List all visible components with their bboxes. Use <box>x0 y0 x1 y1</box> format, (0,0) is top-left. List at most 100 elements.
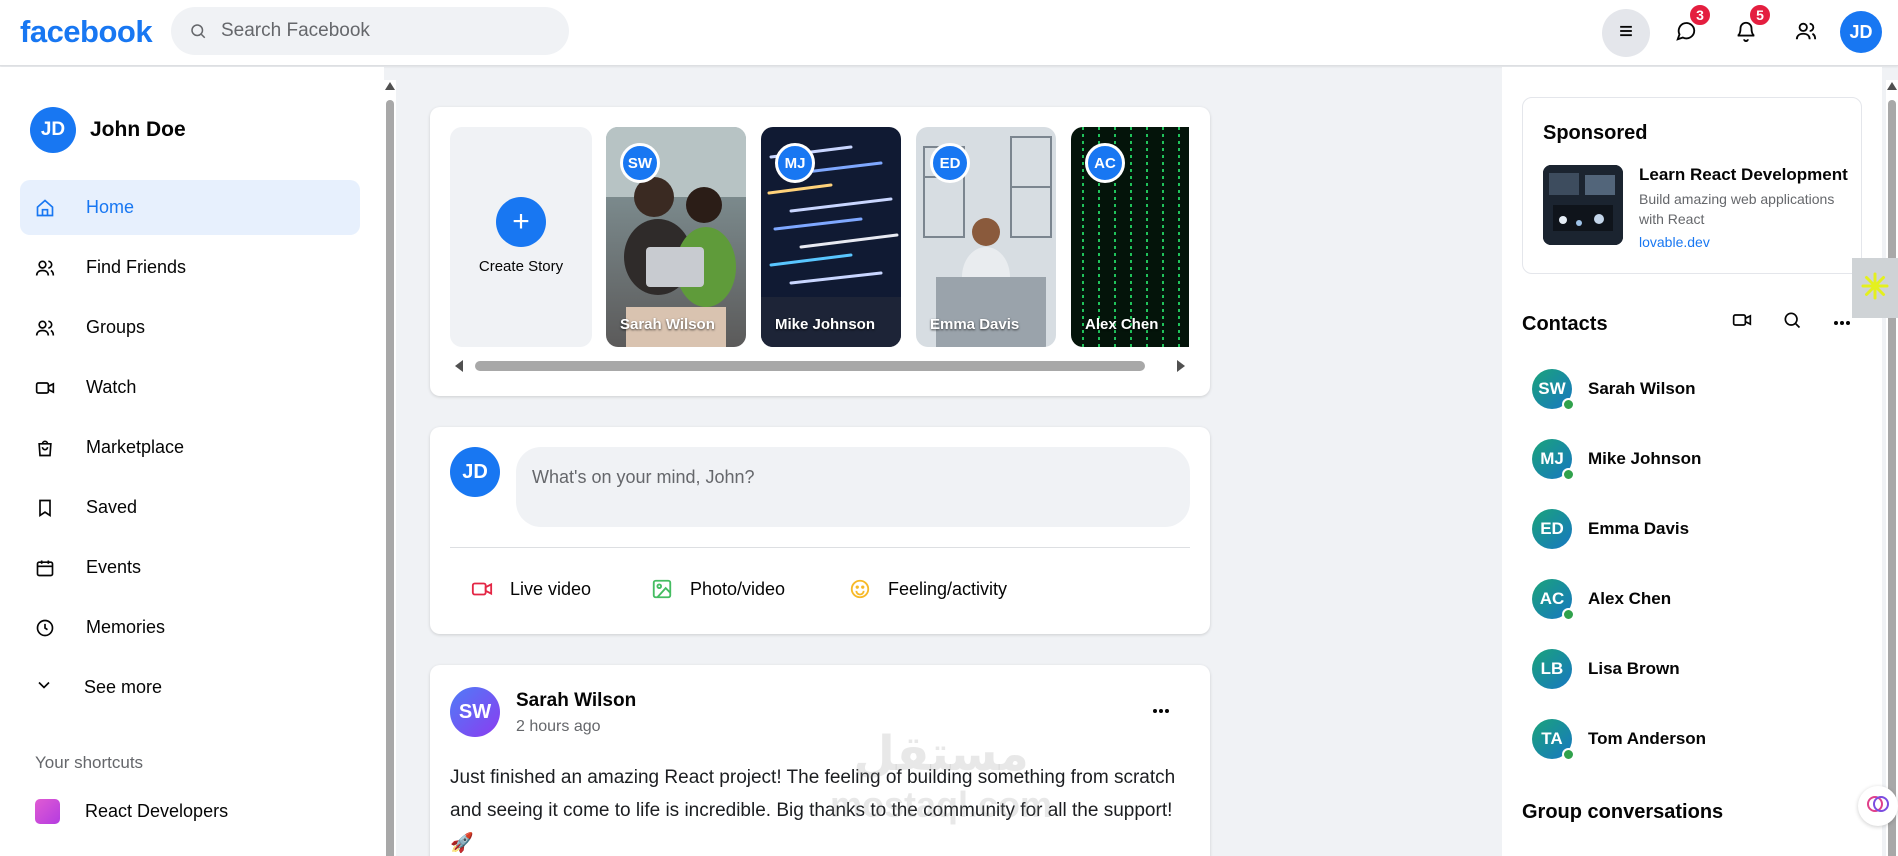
users-icon <box>1795 20 1817 47</box>
video-icon <box>1732 310 1752 335</box>
sponsored-heading: Sponsored <box>1543 122 1648 144</box>
video-icon <box>34 377 56 399</box>
assistant-button[interactable] <box>1858 786 1898 826</box>
online-status-dot <box>1562 748 1575 761</box>
ad-thumbnail-icon[interactable] <box>1543 165 1623 245</box>
contact-item[interactable]: MJ Mike Johnson <box>1532 437 1701 481</box>
calendar-icon <box>34 557 56 579</box>
contact-item[interactable]: ED Emma Davis <box>1532 507 1689 551</box>
scroll-thumb[interactable] <box>475 361 1145 371</box>
contact-item[interactable]: AC Alex Chen <box>1532 577 1671 621</box>
profile-link[interactable]: JD John Doe <box>30 107 186 153</box>
widget-tab-button[interactable] <box>1852 258 1898 318</box>
notifications-badge: 5 <box>1748 3 1772 27</box>
right-scrollbar[interactable] <box>1886 80 1898 856</box>
story-card[interactable]: ED Emma Davis <box>916 127 1056 347</box>
nav-item-marketplace[interactable]: Marketplace <box>20 420 360 475</box>
menu-icon <box>1616 21 1636 46</box>
contacts-heading: Contacts <box>1522 313 1608 335</box>
contact-avatar: TA <box>1532 719 1575 761</box>
post-timestamp[interactable]: 2 hours ago <box>516 718 601 736</box>
ad-link[interactable]: lovable.dev <box>1639 234 1710 250</box>
nav-item-memories[interactable]: Memories <box>20 600 360 655</box>
nav-item-groups[interactable]: Groups <box>20 300 360 355</box>
contact-name: Emma Davis <box>1588 519 1690 538</box>
story-name: Mike Johnson <box>775 316 876 333</box>
header-avatar[interactable]: JD <box>1840 11 1882 53</box>
nav-label: Marketplace <box>86 437 185 457</box>
contact-avatar: AC <box>1532 579 1575 621</box>
sponsored-card[interactable]: Sponsored Learn React Development Build … <box>1522 97 1862 274</box>
stories-scrollbar[interactable] <box>455 359 1185 372</box>
smile-icon <box>848 577 872 601</box>
nav-item-saved[interactable]: Saved <box>20 480 360 535</box>
photo-video-button[interactable]: Photo/video <box>650 567 785 611</box>
create-story-button[interactable]: + Create Story <box>450 127 592 347</box>
nav-label: Events <box>86 557 142 577</box>
action-label: Live video <box>510 578 592 599</box>
messages-button[interactable]: 3 <box>1662 3 1712 57</box>
scroll-right-arrow-icon[interactable] <box>1177 360 1185 372</box>
search-bar[interactable] <box>171 7 569 55</box>
shopping-bag-icon <box>34 437 56 459</box>
story-name: Emma Davis <box>930 316 1020 333</box>
search-input[interactable] <box>221 20 541 42</box>
nav-item-watch[interactable]: Watch <box>20 360 360 415</box>
contact-item[interactable]: LB Lisa Brown <box>1532 647 1680 691</box>
see-more-label: See more <box>84 677 163 697</box>
contact-name: Mike Johnson <box>1588 449 1702 468</box>
profile-name: John Doe <box>90 118 186 141</box>
live-video-button[interactable]: Live video <box>470 567 591 611</box>
avatar-initials: AC <box>1539 589 1565 608</box>
create-post-card: JD Live video Photo/video Feeling/activi… <box>430 427 1210 634</box>
nav-item-home[interactable]: Home <box>20 180 360 235</box>
story-card[interactable]: AC Alex Chen <box>1071 127 1189 347</box>
scroll-thumb[interactable] <box>1888 100 1896 856</box>
shortcut-label: React Developers <box>85 801 229 821</box>
composer-avatar: JD <box>450 447 500 497</box>
ad-title[interactable]: Learn React Development <box>1639 165 1848 185</box>
notifications-button[interactable]: 5 <box>1722 3 1772 57</box>
online-status-dot <box>1562 398 1575 411</box>
story-card[interactable]: SW Sarah Wilson <box>606 127 746 347</box>
post-author-name[interactable]: Sarah Wilson <box>516 690 636 712</box>
facebook-logo[interactable]: facebook <box>20 14 153 50</box>
messages-badge: 3 <box>1688 3 1712 27</box>
story-card[interactable]: MJ Mike Johnson <box>761 127 901 347</box>
feeling-activity-button[interactable]: Feeling/activity <box>848 567 1007 611</box>
friends-button[interactable] <box>1782 9 1830 57</box>
menu-button[interactable] <box>1602 9 1650 57</box>
contact-item[interactable]: TA Tom Anderson <box>1532 717 1706 761</box>
left-scrollbar[interactable] <box>384 80 396 856</box>
post-input[interactable] <box>516 447 1190 527</box>
nav-item-find-friends[interactable]: Find Friends <box>20 240 360 295</box>
top-bar: facebook 3 5 JD <box>0 0 1898 66</box>
story-avatar: AC <box>1085 143 1125 183</box>
avatar-initials: LB <box>1540 659 1564 678</box>
scroll-up-arrow-icon[interactable] <box>1887 82 1897 90</box>
brain-icon <box>1866 792 1890 821</box>
video-call-button[interactable] <box>1729 309 1755 335</box>
sparkle-icon <box>1860 271 1890 306</box>
contact-name: Lisa Brown <box>1588 659 1680 678</box>
shortcuts-heading: Your shortcuts <box>35 753 144 772</box>
home-icon <box>34 197 56 219</box>
scroll-thumb[interactable] <box>386 100 394 856</box>
story-avatar: ED <box>930 143 970 183</box>
contact-name: Sarah Wilson <box>1588 379 1696 398</box>
story-name: Alex Chen <box>1085 316 1159 333</box>
scroll-up-arrow-icon[interactable] <box>385 82 395 90</box>
nav-item-events[interactable]: Events <box>20 540 360 595</box>
video-icon <box>470 577 494 601</box>
shortcut-react-developers[interactable]: React Developers <box>35 799 228 824</box>
search-contacts-button[interactable] <box>1779 309 1805 335</box>
group-thumbnail-icon <box>35 799 60 824</box>
scroll-left-arrow-icon[interactable] <box>455 360 463 372</box>
more-options-button[interactable] <box>1146 705 1176 715</box>
post-author-avatar[interactable]: SW <box>450 687 500 737</box>
contact-item[interactable]: SW Sarah Wilson <box>1532 367 1696 411</box>
see-more-button[interactable]: See more <box>20 660 360 715</box>
search-icon <box>1782 310 1802 335</box>
post-text: Just finished an amazing React project! … <box>450 767 1176 854</box>
image-icon <box>650 577 674 601</box>
